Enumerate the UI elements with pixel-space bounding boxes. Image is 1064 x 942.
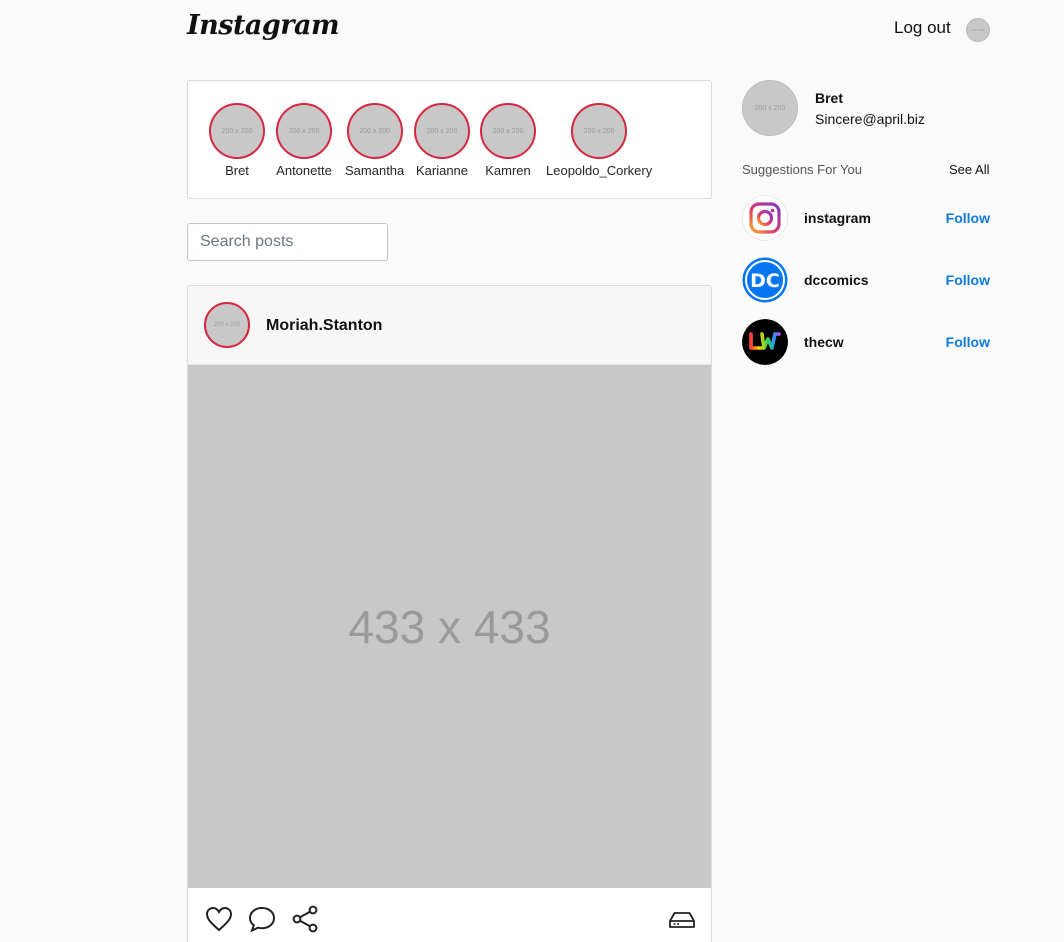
story-item[interactable]: 200 x 200 Leopoldo_Corkery xyxy=(546,103,652,178)
share-icon[interactable] xyxy=(290,904,320,934)
instagram-logo-icon[interactable] xyxy=(742,195,788,241)
story-name: Leopoldo_Corkery xyxy=(546,163,653,178)
svg-text:DC: DC xyxy=(750,270,780,292)
follow-button[interactable]: Follow xyxy=(946,210,990,226)
heart-icon[interactable] xyxy=(204,904,234,934)
search-input[interactable] xyxy=(187,223,388,261)
story-name: Antonette xyxy=(276,163,332,178)
follow-button[interactable]: Follow xyxy=(946,272,990,288)
post-username[interactable]: Moriah.Stanton xyxy=(266,317,382,335)
story-avatar: 200 x 200 xyxy=(414,103,470,159)
comment-icon[interactable] xyxy=(247,904,277,934)
see-all-link[interactable]: See All xyxy=(949,162,989,177)
save-icon[interactable] xyxy=(667,904,697,934)
post-card: 200 x 200 Moriah.Stanton 433 x 433 xyxy=(187,285,712,942)
profile-avatar[interactable]: 200 x 200 xyxy=(742,80,798,136)
logout-button[interactable]: Log out xyxy=(894,18,951,38)
story-item[interactable]: 200 x 200 Kamren xyxy=(480,103,536,178)
suggestion-item: DC dccomics Follow xyxy=(742,257,990,303)
story-name: Kamren xyxy=(485,163,531,178)
story-name: Bret xyxy=(225,163,249,178)
story-avatar: 200 x 200 xyxy=(571,103,628,159)
story-item[interactable]: 200 x 200 Samantha xyxy=(345,103,404,178)
post-image[interactable]: 433 x 433 xyxy=(188,365,711,888)
profile-name[interactable]: Bret xyxy=(815,90,843,106)
suggestion-item: instagram Follow xyxy=(742,195,990,241)
story-avatar: 200 x 200 xyxy=(480,103,536,159)
instagram-logo[interactable]: Instagram xyxy=(187,10,340,41)
suggestion-name[interactable]: instagram xyxy=(804,210,871,226)
cw-logo-icon[interactable] xyxy=(742,319,788,365)
suggestion-name[interactable]: dccomics xyxy=(804,272,869,288)
story-avatar: 200 x 200 xyxy=(346,103,403,159)
header-avatar[interactable]: 200 x 200 xyxy=(966,18,990,42)
story-name: Samantha xyxy=(345,163,405,178)
dc-logo-icon[interactable]: DC xyxy=(742,257,788,303)
post-actions xyxy=(188,888,711,942)
profile-email: Sincere@april.biz xyxy=(815,111,925,127)
post-header: 200 x 200 Moriah.Stanton xyxy=(188,286,711,365)
story-item[interactable]: 200 x 200 Karianne xyxy=(414,103,470,178)
suggestion-name[interactable]: thecw xyxy=(804,334,844,350)
post-avatar[interactable]: 200 x 200 xyxy=(204,302,250,348)
avatar-placeholder-text: 200 x 200 xyxy=(971,28,985,32)
story-item[interactable]: 200 x 200 Antonette xyxy=(276,103,332,178)
follow-button[interactable]: Follow xyxy=(946,334,990,350)
suggestions-title: Suggestions For You xyxy=(742,162,862,177)
story-name: Karianne xyxy=(415,163,469,178)
story-item[interactable]: 200 x 200 Bret xyxy=(209,103,265,178)
story-avatar: 200 x 200 xyxy=(209,103,265,159)
story-avatar: 200 x 200 xyxy=(276,103,332,159)
stories-bar: 200 x 200 Bret 200 x 200 Antonette 200 x… xyxy=(187,80,712,199)
suggestion-item: thecw Follow xyxy=(742,319,990,365)
